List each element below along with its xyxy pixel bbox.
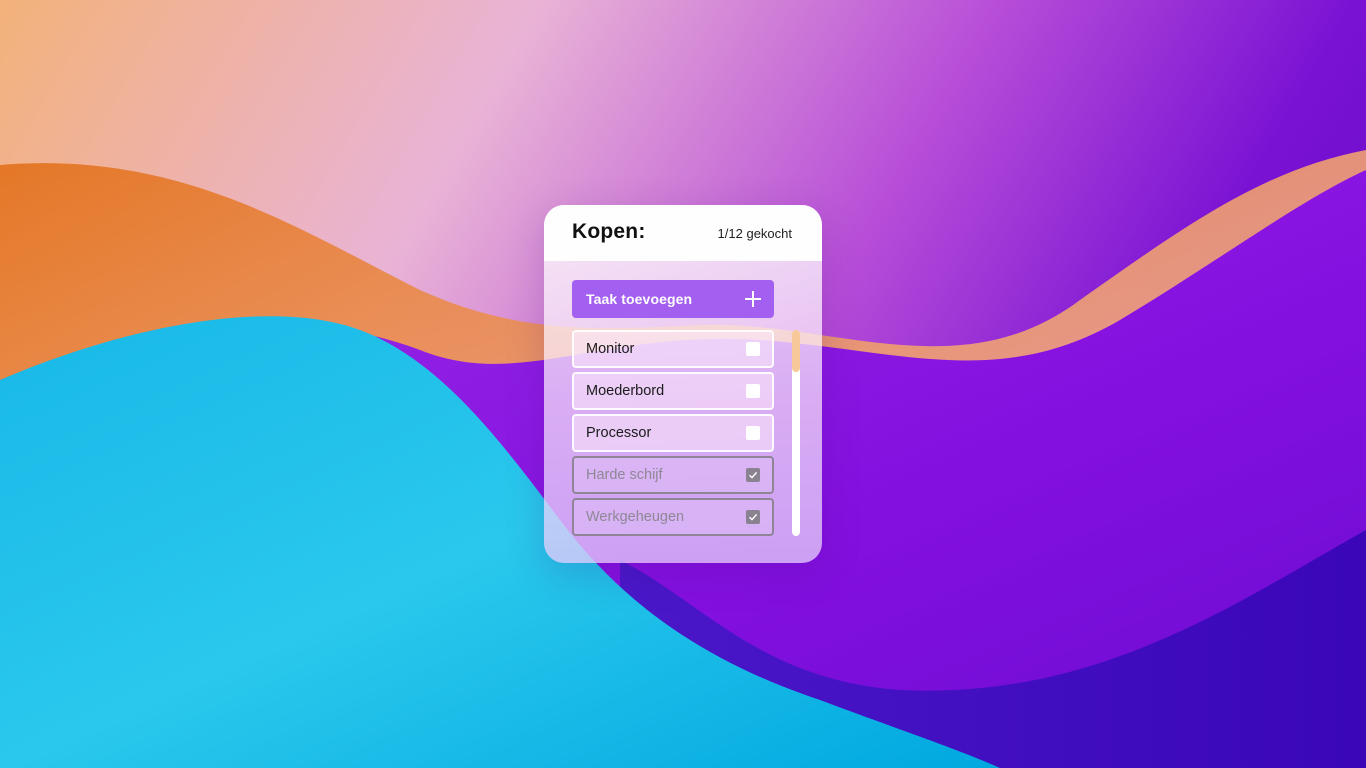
list-item[interactable]: Werkgeheugen	[572, 498, 774, 536]
bought-counter: 1/12 gekocht	[717, 226, 792, 241]
list-item[interactable]: Harde schijf	[572, 456, 774, 494]
item-checkbox[interactable]	[746, 384, 760, 398]
item-checkbox[interactable]	[746, 342, 760, 356]
card-title: Kopen:	[572, 220, 646, 243]
list-item[interactable]: Monitor	[572, 330, 774, 368]
shopping-list-card: Kopen: 1/12 gekocht Taak toevoegen Monit…	[544, 205, 822, 563]
item-label: Werkgeheugen	[586, 509, 685, 525]
checkmark-icon	[749, 471, 758, 479]
item-checkbox[interactable]	[746, 468, 760, 482]
card-header: Kopen: 1/12 gekocht	[544, 205, 822, 261]
scrollbar-track[interactable]	[792, 330, 800, 536]
plus-icon	[745, 291, 761, 307]
item-checkbox[interactable]	[746, 426, 760, 440]
item-label: Processor	[586, 425, 652, 441]
list-item[interactable]: Moederbord	[572, 372, 774, 410]
item-label: Harde schijf	[586, 467, 663, 483]
list-item[interactable]: Processor	[572, 414, 774, 452]
item-label: Monitor	[586, 341, 635, 357]
item-label: Moederbord	[586, 383, 665, 399]
add-task-label: Taak toevoegen	[586, 291, 693, 307]
scrollbar-thumb[interactable]	[792, 330, 800, 372]
item-checkbox[interactable]	[746, 510, 760, 524]
task-list: Monitor Moederbord Processor Harde schij…	[572, 330, 774, 538]
checkmark-icon	[749, 513, 758, 521]
add-task-button[interactable]: Taak toevoegen	[572, 280, 774, 318]
